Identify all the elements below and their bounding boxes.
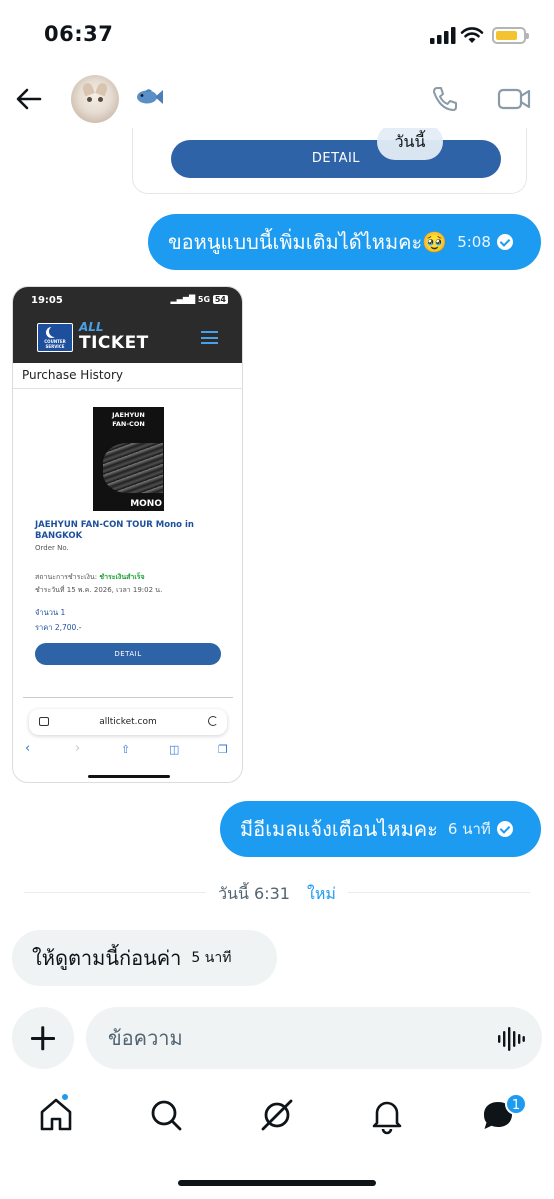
message-bubble-outgoing[interactable]: มีอีเมลแจ้งเตือนไหมคะ 6 นาที	[220, 801, 541, 857]
status-time: 06:37	[44, 22, 114, 46]
chat-thread: DETAIL วันนี้ ขอหนูแบบนี้เพิ่มเติมได้ไหม…	[0, 128, 554, 990]
counter-service-logo: COUNTER SERVICE	[37, 323, 73, 352]
fish-icon	[137, 89, 163, 104]
message-text: มีอีเมลแจ้งเตือนไหมคะ	[240, 817, 438, 841]
image-header: 19:05 ▂▄▆█ 5G 54 COUNTER SERVICE ALL TIC…	[13, 287, 242, 363]
message-bubble-outgoing[interactable]: ขอหนูแบบนี้เพิ่มเติมได้ไหมคะ🥹 5:08	[148, 214, 541, 270]
date-pill: วันนี้	[377, 128, 443, 160]
read-check-icon	[496, 234, 513, 250]
signal-icon	[430, 27, 456, 44]
unread-label: วันนี้ 6:31 ใหม่	[0, 882, 554, 907]
image-status-time: 19:05	[31, 295, 63, 306]
card-detail-button[interactable]: DETAIL	[171, 140, 501, 178]
image-page-title: Purchase History	[22, 368, 123, 382]
avatar[interactable]	[71, 75, 119, 123]
messages-badge: 1	[505, 1093, 527, 1115]
payment-date: ชำระวันที่ 15 พ.ค. 2026, เวลา 19:02 น.	[35, 586, 163, 594]
event-name: JAEHYUN FAN-CON TOUR Mono in BANGKOK	[35, 520, 194, 541]
payment-status: สถานะการชำระเงิน: ชำระเงินสำเร็จ	[35, 573, 145, 581]
shared-image[interactable]: 19:05 ▂▄▆█ 5G 54 COUNTER SERVICE ALL TIC…	[12, 286, 243, 783]
back-arrow-icon[interactable]	[14, 84, 44, 114]
image-status-icons: ▂▄▆█ 5G 54	[170, 295, 228, 304]
message-text: ขอหนูแบบนี้เพิ่มเติมได้ไหมคะ🥹	[168, 230, 448, 254]
message-time: 5:08	[457, 233, 491, 251]
add-media-button[interactable]	[12, 1007, 74, 1069]
image-url-bar: allticket.com	[29, 709, 227, 735]
message-text: ให้ดูตามนี้ก่อนค่า	[32, 946, 182, 970]
brand-all: ALL	[79, 320, 104, 334]
message-bubble-incoming[interactable]: ให้ดูตามนี้ก่อนค่า 5 นาที	[12, 930, 277, 986]
message-time: 6 นาที	[447, 820, 491, 838]
wifi-icon	[460, 27, 484, 43]
chat-header	[0, 70, 554, 128]
video-camera-icon[interactable]	[497, 85, 531, 113]
order-no: Order No.	[35, 544, 69, 552]
search-icon[interactable]	[146, 1095, 186, 1135]
image-browser-toolbar: ‹ › ⇧ ◫ ❐	[25, 741, 228, 756]
event-poster: JAEHYUN FAN-CON MONO	[93, 407, 164, 511]
bottom-nav: 1	[0, 1080, 554, 1199]
quantity: จำนวน 1	[35, 608, 66, 617]
home-notification-dot	[60, 1092, 70, 1102]
phone-icon[interactable]	[430, 84, 460, 114]
battery-icon	[492, 27, 529, 44]
message-input[interactable]	[86, 1007, 542, 1069]
image-detail-button: DETAIL	[35, 643, 221, 665]
home-icon[interactable]	[36, 1095, 76, 1135]
price: ราคา 2,700.-	[35, 623, 82, 632]
menu-icon	[201, 331, 218, 344]
brand-ticket: TICKET	[79, 333, 149, 353]
home-indicator	[178, 1180, 376, 1186]
voice-wave-icon[interactable]	[497, 1026, 525, 1052]
composer	[0, 1004, 554, 1072]
grok-icon[interactable]	[257, 1095, 297, 1135]
shared-card[interactable]: DETAIL วันนี้	[132, 128, 527, 194]
message-time: 5 นาที	[191, 950, 232, 966]
notifications-bell-icon[interactable]	[367, 1095, 407, 1135]
status-bar: 06:37	[0, 0, 554, 70]
read-check-icon	[496, 821, 513, 837]
